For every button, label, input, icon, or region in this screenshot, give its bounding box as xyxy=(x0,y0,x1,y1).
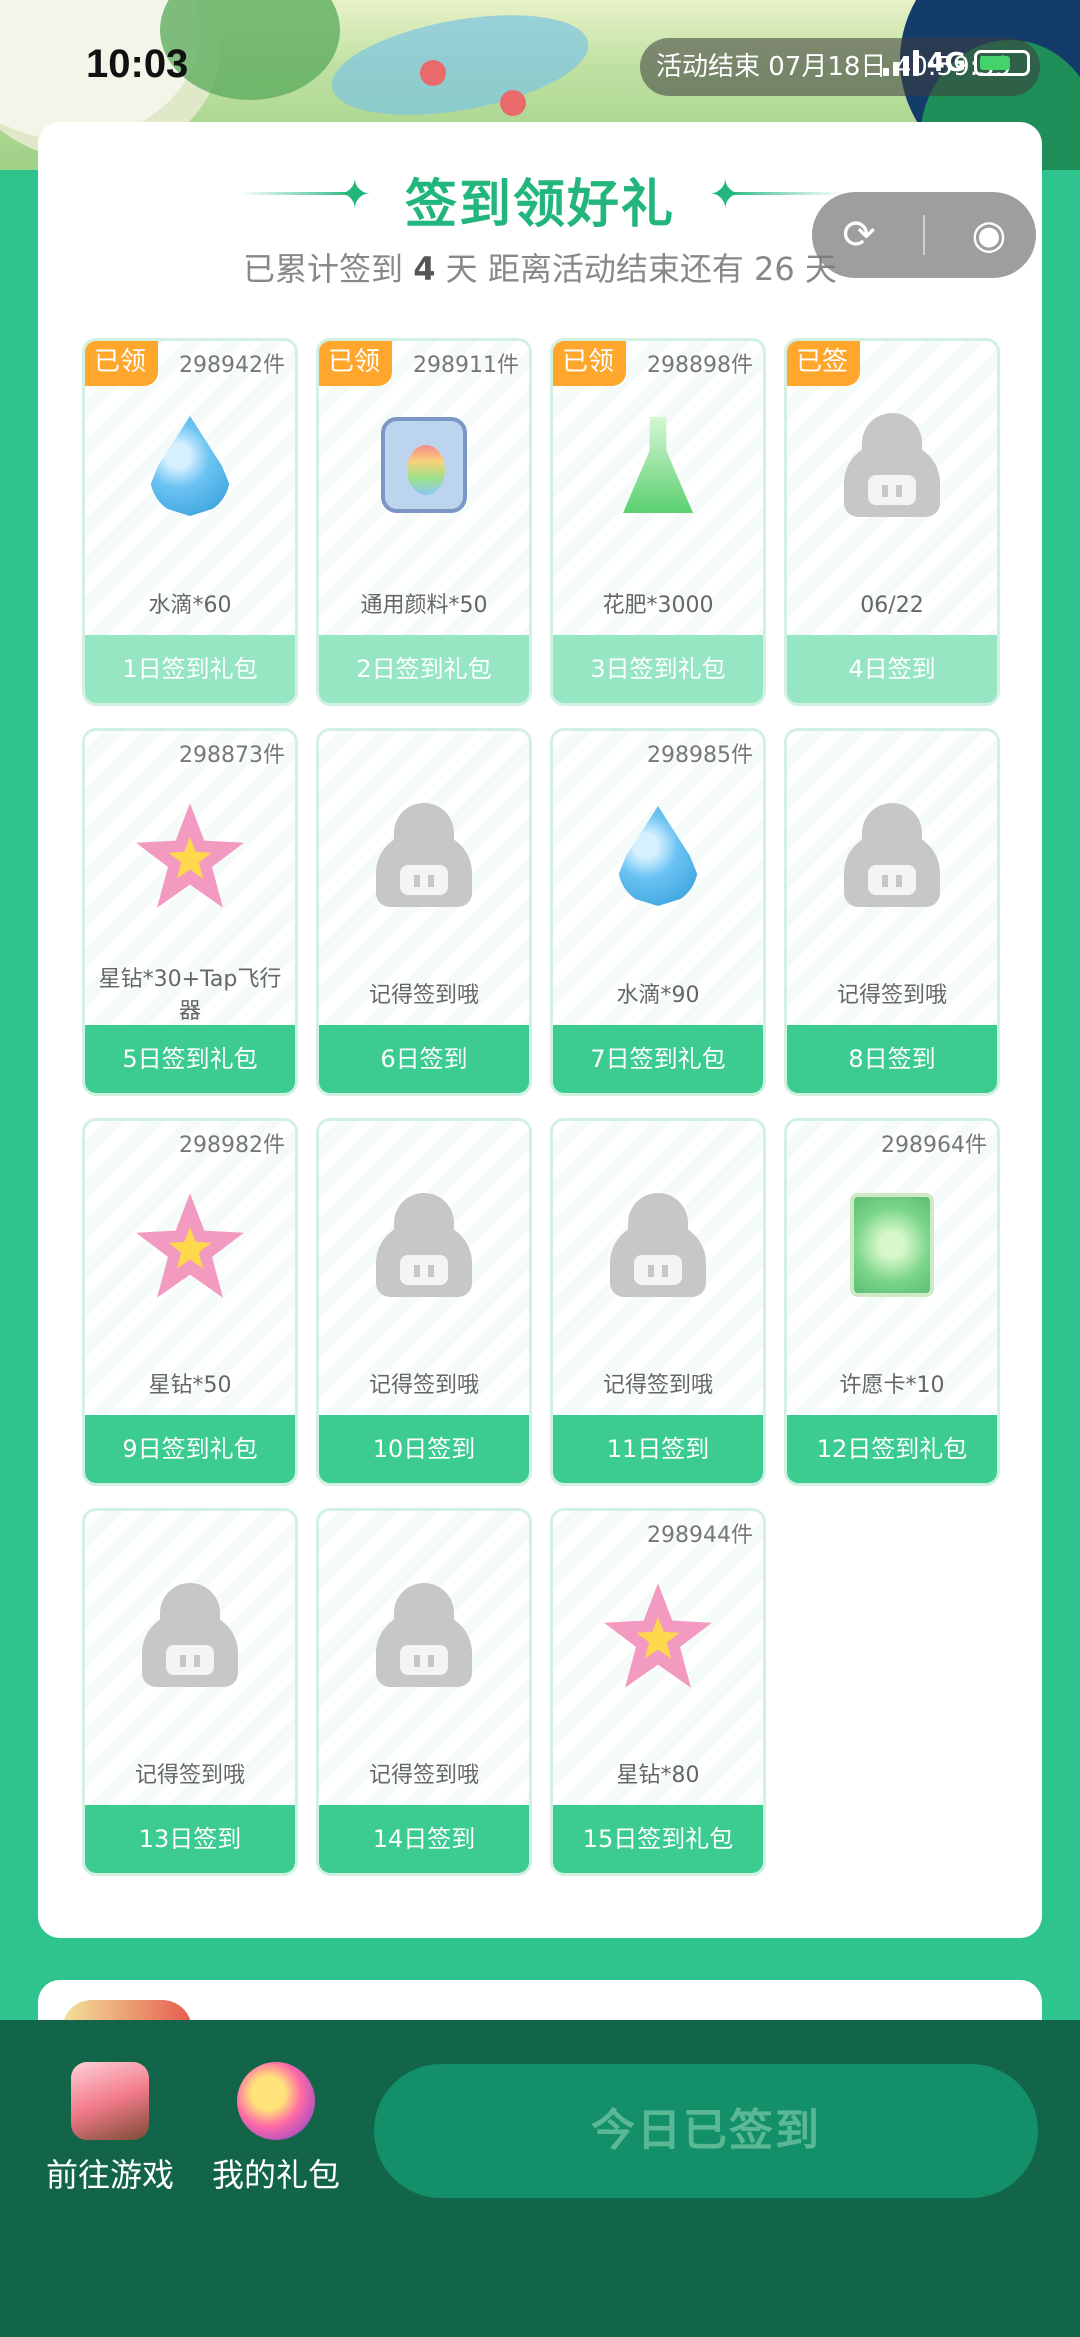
star-diamond-icon xyxy=(603,1581,713,1691)
stock-count: 298898件 xyxy=(647,353,753,378)
reward-tile[interactable]: 已签 06/22 4日签到 xyxy=(784,338,1000,706)
reward-tile[interactable]: 已领 298942件 水滴*60 1日签到礼包 xyxy=(82,338,298,706)
stock-count: 298911件 xyxy=(413,353,519,378)
signed-in-today-button[interactable]: 今日已签到 xyxy=(374,2064,1038,2198)
fertilizer-flask-icon xyxy=(603,411,713,521)
water-drop-icon xyxy=(603,801,713,911)
wish-card-icon xyxy=(837,1191,947,1301)
day-label: 14日签到 xyxy=(319,1805,529,1873)
battery-icon xyxy=(974,50,1030,76)
network-label: 4G xyxy=(926,48,966,78)
go-to-game-label: 前往游戏 xyxy=(45,2156,174,2194)
placeholder-ghost-icon xyxy=(837,801,947,911)
stock-count: 298964件 xyxy=(881,1133,987,1158)
placeholder-ghost-icon xyxy=(369,801,479,911)
gift-icon xyxy=(237,2062,315,2140)
signal-icon xyxy=(882,50,919,76)
mini-program-capsule: ⟳ ◉ xyxy=(812,192,1036,278)
reward-tile[interactable]: 记得签到哦 6日签到 xyxy=(316,728,532,1096)
status-icons: 4G xyxy=(882,48,1030,78)
star-diamond-icon xyxy=(135,801,245,911)
paint-bag-icon xyxy=(369,411,479,521)
reward-tile[interactable]: 记得签到哦 13日签到 xyxy=(82,1508,298,1876)
stock-count: 298944件 xyxy=(647,1523,753,1548)
day-label: 7日签到礼包 xyxy=(553,1025,763,1093)
page-title: 签到领好礼 xyxy=(404,175,675,235)
day-label: 6日签到 xyxy=(319,1025,529,1093)
my-gifts-label: 我的礼包 xyxy=(211,2156,340,2194)
banner-stream-art xyxy=(324,0,596,132)
bottom-action-bar: 前往游戏 我的礼包 今日已签到 xyxy=(0,2020,1080,2337)
stock-count: 298873件 xyxy=(179,743,285,768)
star-diamond-icon xyxy=(135,1191,245,1301)
day-label: 3日签到礼包 xyxy=(553,635,763,703)
reward-tile[interactable]: 记得签到哦 14日签到 xyxy=(316,1508,532,1876)
summary-mid: 天 距离活动结束还有 xyxy=(445,250,744,288)
placeholder-ghost-icon xyxy=(603,1191,713,1301)
signed-days-count: 4 xyxy=(413,250,436,288)
claimed-badge: 已领 xyxy=(85,341,158,386)
placeholder-ghost-icon xyxy=(837,411,947,521)
day-label: 12日签到礼包 xyxy=(787,1415,997,1483)
water-drop-icon xyxy=(135,411,245,521)
day-label: 2日签到礼包 xyxy=(319,635,529,703)
day-label: 1日签到礼包 xyxy=(85,635,295,703)
banner-mushroom-art xyxy=(420,60,446,86)
reward-tile[interactable]: 298985件 水滴*90 7日签到礼包 xyxy=(550,728,766,1096)
my-gifts-button[interactable]: 我的礼包 xyxy=(206,2062,346,2196)
status-time: 10:03 xyxy=(86,42,189,86)
banner-mushroom-art xyxy=(500,90,526,116)
day-label: 13日签到 xyxy=(85,1805,295,1873)
reward-tile[interactable]: 298944件 星钻*80 15日签到礼包 xyxy=(550,1508,766,1876)
day-label: 15日签到礼包 xyxy=(553,1805,763,1873)
claimed-badge: 已签 xyxy=(787,341,860,386)
sparkle-icon: ✦ xyxy=(708,172,742,218)
stock-count: 298982件 xyxy=(179,1133,285,1158)
reward-tile[interactable]: 已领 298911件 通用颜料*50 2日签到礼包 xyxy=(316,338,532,706)
title-decoration-right xyxy=(722,192,842,195)
placeholder-ghost-icon xyxy=(369,1581,479,1691)
remaining-days-count: 26 xyxy=(754,250,795,288)
go-to-game-button[interactable]: 前往游戏 xyxy=(40,2062,180,2196)
target-icon[interactable]: ◉ xyxy=(959,212,1019,258)
stock-count: 298942件 xyxy=(179,353,285,378)
day-label: 8日签到 xyxy=(787,1025,997,1093)
day-label: 4日签到 xyxy=(787,635,997,703)
claimed-badge: 已领 xyxy=(319,341,392,386)
reward-tile[interactable]: 298873件 星钻*30+Tap飞行器 5日签到礼包 xyxy=(82,728,298,1096)
reward-tile[interactable]: 记得签到哦 10日签到 xyxy=(316,1118,532,1486)
capsule-divider xyxy=(923,215,925,255)
claimed-badge: 已领 xyxy=(553,341,626,386)
placeholder-ghost-icon xyxy=(135,1581,245,1691)
reward-tile[interactable]: 已领 298898件 花肥*3000 3日签到礼包 xyxy=(550,338,766,706)
day-label: 10日签到 xyxy=(319,1415,529,1483)
sign-in-card: ✦ 签到领好礼 ✦ 已累计签到 4 天 距离活动结束还有 26 天 已领 2989… xyxy=(38,122,1042,1938)
game-icon xyxy=(71,2062,149,2140)
stock-count: 298985件 xyxy=(647,743,753,768)
reward-tile[interactable]: 记得签到哦 11日签到 xyxy=(550,1118,766,1486)
day-label: 5日签到礼包 xyxy=(85,1025,295,1093)
day-label: 11日签到 xyxy=(553,1415,763,1483)
reward-tile[interactable]: 记得签到哦 8日签到 xyxy=(784,728,1000,1096)
share-icon[interactable]: ⟳ xyxy=(829,212,889,258)
day-label: 9日签到礼包 xyxy=(85,1415,295,1483)
summary-prefix: 已累计签到 xyxy=(243,250,404,288)
placeholder-ghost-icon xyxy=(369,1191,479,1301)
reward-tile[interactable]: 298964件 许愿卡*10 12日签到礼包 xyxy=(784,1118,1000,1486)
reward-tile[interactable]: 298982件 星钻*50 9日签到礼包 xyxy=(82,1118,298,1486)
